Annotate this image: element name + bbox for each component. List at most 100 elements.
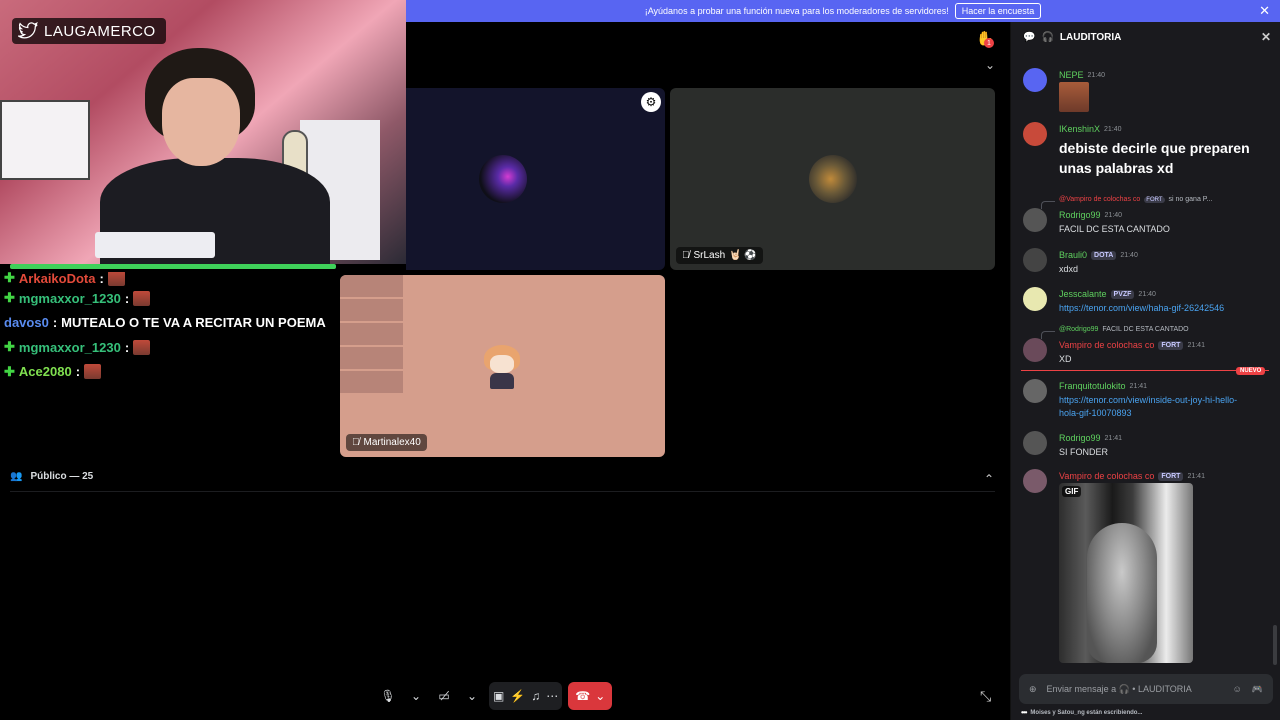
timestamp: 21:41 <box>1129 382 1148 390</box>
microphone-button[interactable]: 🎙 <box>377 682 399 710</box>
video-tile-1[interactable]: ⚙ <box>406 88 665 270</box>
avatar <box>1023 68 1047 92</box>
whiteboard <box>0 100 90 180</box>
chat-user: Ace2080 <box>18 364 72 380</box>
badge-icon: ✚ <box>4 363 15 379</box>
avatar <box>1023 208 1047 232</box>
cat-image <box>1087 523 1157 663</box>
activity-icon[interactable]: ⚡ <box>510 689 525 703</box>
avatar <box>1023 248 1047 272</box>
chat-message: MUTEALO O TE VA A RECITAR UN POEMA <box>61 315 326 331</box>
emote-icon <box>84 364 102 380</box>
banner-text: ¡Ayúdanos a probar una función nueva par… <box>644 6 949 16</box>
message-input[interactable]: ⊕ Enviar mensaje a 🎧 • LAUDITORIA ☺ 🎮 <box>1019 674 1273 704</box>
avatar <box>1023 469 1047 493</box>
timestamp: 21:40 <box>1104 125 1122 133</box>
streamer <box>100 40 330 264</box>
add-attachment-icon[interactable]: ⊕ <box>1029 684 1037 695</box>
author: Franquitotulokito <box>1059 381 1126 391</box>
chat-line: ✚ ArkaikoDota : <box>4 272 340 286</box>
chat-bubble-icon: 💬 <box>1023 31 1036 43</box>
new-messages-divider <box>1021 370 1269 371</box>
chevron-up-icon[interactable]: ⌃ <box>984 472 994 486</box>
avatar <box>1023 338 1047 362</box>
timestamp: 21:40 <box>1120 251 1138 259</box>
chevron-down-icon[interactable]: ⌄ <box>985 58 995 72</box>
badge-icon: ✚ <box>4 339 15 355</box>
message-text: SI FONDER <box>1059 447 1109 457</box>
panel-header: 💬 🎧 LAUDITORIA ✕ <box>1011 22 1280 52</box>
guild-tag: PVZF <box>1110 289 1135 299</box>
close-icon[interactable]: ✕ <box>1259 3 1270 19</box>
camera-button[interactable]: ▭̸ <box>433 682 455 710</box>
emote-icon <box>107 272 125 286</box>
mic-muted-icon: 🎙̸ <box>352 437 360 448</box>
close-icon[interactable]: ✕ <box>1261 30 1271 44</box>
author: Jesscalante <box>1059 289 1107 299</box>
mic-muted-icon: 🎙̸ <box>682 250 690 261</box>
soundboard-icon[interactable]: ♫ <box>531 689 540 703</box>
screen-share-icon[interactable]: ▣ <box>493 689 504 703</box>
chat-user: mgmaxxor_1230 <box>18 339 121 355</box>
speaking-indicator <box>10 264 336 269</box>
gif-attachment[interactable]: GIF <box>1059 483 1193 663</box>
audience-count: 👥 Público — 25 <box>10 471 93 482</box>
chat-line: ✚ Ace2080 : <box>4 360 340 385</box>
emoji-icon[interactable]: ☺ <box>1233 684 1242 694</box>
message-text: xdxd <box>1059 264 1079 274</box>
hand-count-badge: 1 <box>984 38 994 48</box>
message-link[interactable]: https://tenor.com/view/haha-gif-26242546 <box>1059 302 1224 315</box>
activity-icon[interactable]: 🎮 <box>1252 684 1263 695</box>
guild-tag: FORT <box>1158 340 1184 350</box>
avatar <box>1023 379 1047 403</box>
avatar <box>1023 287 1047 311</box>
survey-button[interactable]: Hacer la encuesta <box>954 3 1042 19</box>
chat-user: davos0 <box>4 315 49 331</box>
new-badge: NUEVO <box>1236 367 1266 375</box>
participant-tag: 🎙̸ SrLash 🤘🏻 ⚽ <box>676 247 763 264</box>
participant-name: SrLash <box>693 250 726 261</box>
audience-icon: 👥 <box>10 471 23 482</box>
video-tile-martinalex40[interactable]: 🎙̸ Martinalex40 <box>340 275 665 457</box>
author: Vampiro de colochas co <box>1059 471 1155 481</box>
message-text: debiste decirle que preparen unas palabr… <box>1059 140 1250 176</box>
more-icon[interactable]: ⋯ <box>546 689 558 703</box>
chat-line: ✚ mgmaxxor_1230 : <box>4 335 340 360</box>
action-group: ▣ ⚡ ♫ ⋯ <box>489 682 563 710</box>
timestamp: 21:40 <box>1138 290 1156 298</box>
participant-emoji: 🤘🏻 ⚽ <box>729 250 757 261</box>
emote-icon <box>133 339 151 355</box>
divider <box>10 491 995 492</box>
keyboard <box>95 232 215 258</box>
reply-preview: @Rodrigo99 FACIL DC ESTA CANTADO <box>1041 326 1189 339</box>
decorative-stripes <box>340 275 403 393</box>
timestamp: 21:40 <box>1104 211 1123 219</box>
badge-icon: ✚ <box>4 290 15 306</box>
author: NEPE <box>1059 70 1084 80</box>
emote-icon <box>133 290 151 306</box>
audience-label: Público — 25 <box>30 471 94 482</box>
call-controls: 🎙 ⌄ ▭̸ ⌄ ▣ ⚡ ♫ ⋯ ☎ ⌄ <box>377 682 613 710</box>
microphone-icon: 🎙 <box>380 689 396 703</box>
guild-tag: FORT <box>1158 471 1184 481</box>
input-placeholder: Enviar mensaje a 🎧 • LAUDITORIA <box>1046 683 1192 694</box>
camera-options-button[interactable]: ⌄ <box>461 682 483 710</box>
guild-tag: DOTA <box>1091 250 1117 260</box>
chevron-down-icon: ⌄ <box>466 689 478 703</box>
message-link[interactable]: https://tenor.com/view/inside-out-joy-hi… <box>1059 394 1249 420</box>
channel-title: LAUDITORIA <box>1059 31 1122 43</box>
author: Brauli0 <box>1059 250 1088 260</box>
gear-icon[interactable]: ⚙ <box>641 92 661 112</box>
scrollbar[interactable] <box>1273 625 1277 665</box>
message-text: FACIL DC ESTA CANTADO <box>1059 224 1170 234</box>
hangup-icon: ☎ <box>575 689 591 703</box>
avatar <box>1023 431 1047 455</box>
video-tile-srlash[interactable]: 🎙̸ SrLash 🤘🏻 ⚽ <box>670 88 995 270</box>
fullscreen-icon[interactable]: ⤡ <box>980 688 991 705</box>
mic-options-button[interactable]: ⌄ <box>405 682 427 710</box>
typing-indicator: ••• Moises y Satou_ng están escribiendo.… <box>1021 708 1143 717</box>
twitter-handle: LAUGAMERCO <box>12 18 166 44</box>
participant-tag: 🎙̸ Martinalex40 <box>346 434 427 451</box>
disconnect-button[interactable]: ☎ ⌄ <box>568 682 613 710</box>
author: Rodrigo99 <box>1059 210 1101 220</box>
